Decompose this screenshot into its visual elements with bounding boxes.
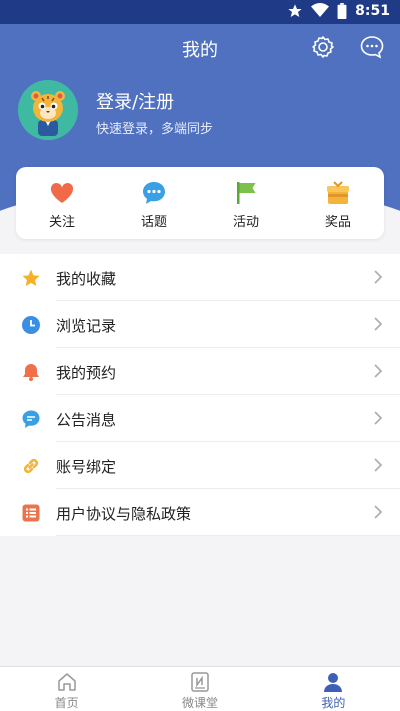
gift-icon xyxy=(327,181,349,204)
menu-item-account-binding[interactable]: 账号绑定 xyxy=(0,442,400,489)
home-icon xyxy=(57,673,76,691)
quick-action-label: 奖品 xyxy=(324,215,351,230)
tab-label: 我的 xyxy=(321,696,346,710)
chevron-right-icon xyxy=(374,458,383,472)
message-icon xyxy=(22,410,40,428)
menu-item-label: 我的预约 xyxy=(56,364,117,382)
tiger-mascot-icon xyxy=(18,80,78,140)
menu-item-label: 公告消息 xyxy=(56,411,117,429)
chat-ellipsis-icon xyxy=(360,36,384,59)
quick-action-label: 关注 xyxy=(48,215,75,230)
quick-action-label: 活动 xyxy=(232,215,259,230)
menu-item-label: 账号绑定 xyxy=(56,458,117,476)
quick-action-follow[interactable]: 关注 xyxy=(16,167,108,239)
tab-label: 微课堂 xyxy=(181,696,218,710)
link-icon xyxy=(23,458,39,474)
list-icon xyxy=(22,504,40,522)
menu-item-favorites[interactable]: 我的收藏 xyxy=(0,254,400,301)
page-title: 我的 xyxy=(182,40,218,61)
bottom-tab-bar: 首页 微课堂 我的 xyxy=(0,666,400,711)
heart-icon xyxy=(50,182,74,203)
login-register-link[interactable]: 登录/注册 xyxy=(96,88,174,114)
notebook-icon xyxy=(191,672,209,692)
menu-item-label: 我的收藏 xyxy=(56,270,117,288)
menu-item-label: 浏览记录 xyxy=(56,317,117,335)
chevron-right-icon xyxy=(374,411,383,425)
flag-icon xyxy=(237,182,256,204)
chat-bubble-icon xyxy=(143,182,165,204)
chevron-right-icon xyxy=(374,270,383,284)
clock-icon xyxy=(22,316,40,334)
menu-list: 我的收藏 浏览记录 我的预约 公告消息 账号绑定 用户协议与隐私政策 xyxy=(0,254,400,536)
avatar[interactable] xyxy=(18,80,78,140)
tab-label: 首页 xyxy=(54,696,79,710)
status-time: 8:51 xyxy=(355,3,390,19)
tab-micro-class[interactable]: 微课堂 xyxy=(133,667,266,711)
tab-me[interactable]: 我的 xyxy=(267,667,400,711)
divider xyxy=(56,535,400,536)
bell-icon xyxy=(23,364,39,381)
quick-action-events[interactable]: 活动 xyxy=(200,167,292,239)
star-icon xyxy=(22,269,40,286)
chevron-right-icon xyxy=(374,364,383,378)
chevron-right-icon xyxy=(374,505,383,519)
star-status-icon xyxy=(288,4,302,17)
quick-action-label: 话题 xyxy=(140,215,167,230)
tab-home[interactable]: 首页 xyxy=(0,667,133,711)
wifi-icon xyxy=(311,3,330,18)
quick-action-topics[interactable]: 话题 xyxy=(108,167,200,239)
settings-button[interactable] xyxy=(310,34,336,60)
gear-icon xyxy=(312,36,334,58)
menu-item-label: 用户协议与隐私政策 xyxy=(56,505,192,523)
menu-item-announcements[interactable]: 公告消息 xyxy=(0,395,400,442)
menu-item-privacy-policy[interactable]: 用户协议与隐私政策 xyxy=(0,489,400,536)
login-subtitle: 快速登录，多端同步 xyxy=(96,122,214,137)
menu-item-history[interactable]: 浏览记录 xyxy=(0,301,400,348)
menu-item-reservations[interactable]: 我的预约 xyxy=(0,348,400,395)
quick-actions-card: 关注 话题 活动 奖品 xyxy=(16,167,384,239)
quick-action-prizes[interactable]: 奖品 xyxy=(292,167,384,239)
messages-button[interactable] xyxy=(359,34,385,60)
battery-icon xyxy=(337,3,347,19)
status-bar: 8:51 xyxy=(0,0,400,24)
chevron-right-icon xyxy=(374,317,383,331)
user-icon xyxy=(324,673,343,692)
